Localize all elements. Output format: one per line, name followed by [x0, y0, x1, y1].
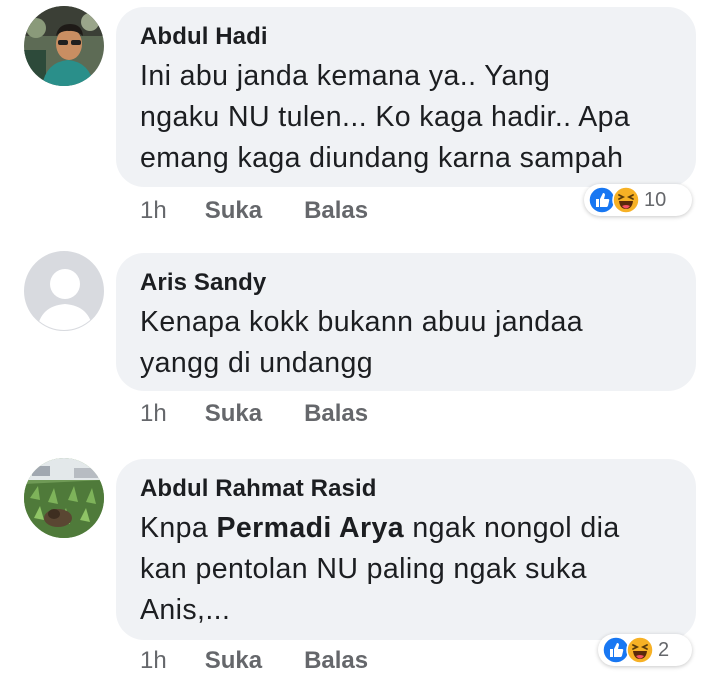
comment-text-line: kan pentolan NU paling ngak suka: [140, 553, 587, 585]
comment-timestamp[interactable]: 1h: [140, 196, 167, 226]
comment-text-line: Kenapa kokk bukann abuu jandaa: [140, 306, 584, 338]
like-button[interactable]: Suka: [205, 646, 262, 676]
comment-bubble: Abdul Hadi Ini abu janda kemana ya.. Yan…: [116, 7, 696, 187]
profile-photo-icon: [24, 6, 104, 86]
comment-author[interactable]: Aris Sandy: [140, 269, 672, 297]
reaction-summary[interactable]: 10: [584, 184, 692, 216]
reply-button[interactable]: Balas: [304, 646, 368, 676]
comment-text-line: ngaku NU tulen... Ko kaga hadir.. Apa: [140, 101, 631, 133]
comment-actions: 1h Suka Balas: [140, 196, 368, 226]
comment-text: Ini abu janda kemana ya.. Yang ngaku NU …: [140, 56, 672, 179]
haha-icon: [626, 636, 654, 664]
comment-timestamp[interactable]: 1h: [140, 399, 167, 429]
comment-author[interactable]: Abdul Rahmat Rasid: [140, 475, 672, 503]
reaction-count: 10: [644, 189, 667, 211]
comment-text-line: Anis,...: [140, 594, 231, 626]
comment-author[interactable]: Abdul Hadi: [140, 23, 672, 51]
comment-text-segment: ngak nongol dia: [404, 512, 620, 544]
comment-bubble: Abdul Rahmat Rasid Knpa Permadi Arya nga…: [116, 459, 696, 640]
reply-button[interactable]: Balas: [304, 196, 368, 226]
like-button[interactable]: Suka: [205, 399, 262, 429]
comment-text: Kenapa kokk bukann abuu jandaa yangg di …: [140, 302, 672, 384]
comment-text: Knpa Permadi Arya ngak nongol dia kan pe…: [140, 508, 672, 631]
comment-bubble: Aris Sandy Kenapa kokk bukann abuu janda…: [116, 253, 696, 391]
reaction-summary[interactable]: 2: [598, 634, 692, 666]
comment-timestamp[interactable]: 1h: [140, 646, 167, 676]
profile-photo-icon: [24, 458, 104, 538]
comment-actions: 1h Suka Balas: [140, 646, 368, 676]
mention-link[interactable]: Permadi Arya: [216, 512, 404, 544]
comment-text-line: Knpa Permadi Arya ngak nongol dia: [140, 508, 672, 549]
reply-button[interactable]: Balas: [304, 399, 368, 429]
avatar[interactable]: [24, 251, 104, 331]
reaction-count: 2: [658, 639, 670, 661]
comment-text-segment: Knpa: [140, 512, 217, 544]
haha-icon: [612, 186, 640, 214]
comment-actions: 1h Suka Balas: [140, 399, 368, 429]
avatar[interactable]: [24, 6, 104, 86]
comment-text-line: Ini abu janda kemana ya.. Yang: [140, 60, 551, 92]
avatar[interactable]: [24, 458, 104, 538]
default-profile-icon: [25, 252, 103, 330]
comment-text-line: yangg di undangg: [140, 347, 374, 379]
comment-text-line: emang kaga diundang karna sampah: [140, 142, 624, 174]
like-button[interactable]: Suka: [205, 196, 262, 226]
